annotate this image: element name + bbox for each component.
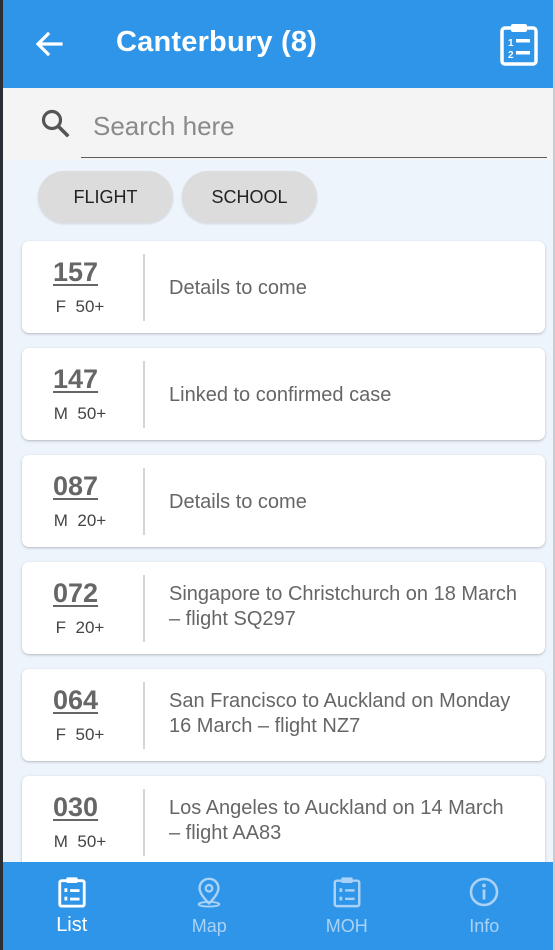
case-details: Linked to confirmed case [169, 384, 392, 406]
clipboard-list-button[interactable]: 1 2 [499, 22, 539, 66]
case-age: 50+ [75, 297, 105, 316]
arrow-left-icon [35, 32, 63, 56]
search-input[interactable] [81, 96, 547, 158]
page-title: Canterbury (8) [116, 26, 317, 58]
card-divider [143, 682, 145, 749]
back-button[interactable] [31, 26, 67, 62]
case-details: San Francisco to Auckland on Monday 16 M… [169, 690, 511, 737]
case-details: Singapore to Christchurch on 18 March – … [169, 583, 517, 630]
app-header: Canterbury (8) 1 2 [3, 0, 553, 88]
case-card[interactable]: 157 F 50+ Details to come [22, 241, 545, 333]
case-id-block: 064 F 50+ [22, 669, 142, 761]
case-age: 50+ [77, 404, 107, 423]
case-details: Details to come [169, 277, 307, 299]
nav-tab-moh[interactable]: MOH [278, 862, 416, 950]
case-id-block: 087 M 20+ [22, 455, 142, 547]
case-number: 072 [53, 578, 99, 608]
svg-text:2: 2 [508, 50, 514, 61]
case-sex: F [55, 618, 67, 637]
case-number: 064 [53, 685, 99, 715]
case-card[interactable]: 072 F 20+ Singapore to Christchurch on 1… [22, 562, 545, 654]
nav-label: MOH [325, 916, 368, 936]
nav-tab-map[interactable]: Map [141, 862, 279, 950]
case-number: 157 [53, 257, 99, 287]
nav-label: List [56, 914, 88, 936]
card-divider [143, 789, 145, 856]
case-demographics: M 50+ [22, 404, 138, 424]
filter-chip-school[interactable]: SCHOOL [182, 171, 317, 223]
case-sex: F [55, 297, 67, 316]
nav-label: Map [191, 916, 227, 936]
case-age: 50+ [77, 832, 107, 851]
case-number: 147 [53, 364, 99, 394]
card-divider [143, 468, 145, 535]
search-icon [41, 109, 70, 138]
case-age: 50+ [75, 725, 105, 744]
clipboard-list-icon [333, 877, 361, 908]
case-id-block: 157 F 50+ [22, 241, 142, 333]
case-card[interactable]: 030 M 50+ Los Angeles to Auckland on 14 … [22, 776, 545, 868]
case-sex: F [55, 725, 67, 744]
case-demographics: F 50+ [22, 297, 138, 317]
case-demographics: M 50+ [22, 832, 138, 852]
case-id-block: 147 M 50+ [22, 348, 142, 440]
case-card[interactable]: 147 M 50+ Linked to confirmed case [22, 348, 545, 440]
card-divider [143, 575, 145, 642]
case-age: 20+ [77, 511, 107, 530]
filter-chip-flight[interactable]: FLIGHT [38, 171, 173, 223]
case-sex: M [53, 404, 68, 423]
case-details: Los Angeles to Auckland on 14 March – fl… [169, 797, 504, 844]
app-frame: Canterbury (8) 1 2 FLIGHT SCHOOL 157 F 5… [0, 0, 555, 950]
card-divider [143, 361, 145, 428]
case-age: 20+ [75, 618, 105, 637]
case-card[interactable]: 064 F 50+ San Francisco to Auckland on M… [22, 669, 545, 761]
case-sex: M [53, 832, 68, 851]
nav-label: Info [469, 916, 500, 936]
svg-text:1: 1 [508, 38, 514, 49]
nav-tab-list[interactable]: List [3, 862, 141, 950]
case-card[interactable]: 087 M 20+ Details to come [22, 455, 545, 547]
clipboard-list-icon [58, 877, 86, 908]
case-id-block: 072 F 20+ [22, 562, 142, 654]
case-id-block: 030 M 50+ [22, 776, 142, 868]
case-details: Details to come [169, 491, 307, 513]
card-divider [143, 254, 145, 321]
case-demographics: F 20+ [22, 618, 138, 638]
map-pin-icon [197, 877, 221, 908]
case-demographics: M 20+ [22, 511, 138, 531]
case-sex: M [53, 511, 68, 530]
info-icon [469, 877, 499, 907]
case-number: 087 [53, 471, 99, 501]
case-demographics: F 50+ [22, 725, 138, 745]
case-number: 030 [53, 792, 99, 822]
bottom-navigation: List Map MOH Info [3, 862, 553, 950]
nav-tab-info[interactable]: Info [416, 862, 554, 950]
clipboard-list-icon: 1 2 [500, 24, 538, 66]
